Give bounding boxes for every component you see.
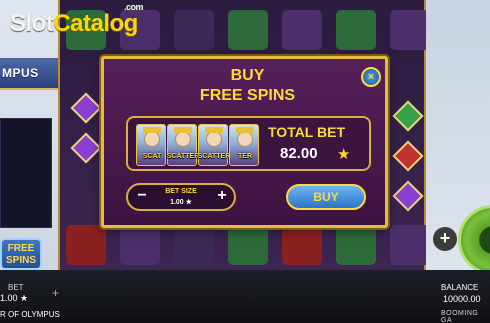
scatter-symbol: SCAT <box>136 124 166 166</box>
left-panel: MPUS <box>0 0 58 270</box>
game-logo: MPUS <box>2 66 39 80</box>
crown-icon <box>174 127 192 133</box>
crown-icon <box>205 127 223 133</box>
scatter-symbol: SCATTER <box>198 124 230 166</box>
symbol-cell <box>174 10 214 50</box>
bottom-bar <box>0 270 490 323</box>
green-gem-icon <box>392 100 424 132</box>
purple-gem-icon <box>70 92 102 124</box>
bet-value: 1.00 ★ <box>0 293 29 303</box>
total-bet-panel: SCAT SCATTER SCATTER TER TOTAL BET 82.00… <box>126 116 371 171</box>
purple-gem-icon <box>392 180 424 212</box>
balance-label: BALANCE <box>441 283 479 292</box>
zeus-face-icon <box>237 131 253 147</box>
watermark: SlotCatalog .com <box>10 2 144 38</box>
zeus-face-icon <box>175 131 191 147</box>
symbol-cell <box>120 225 160 265</box>
balance-value: 10000.00 <box>443 294 481 304</box>
provider-name: BOOMING GA <box>441 310 479 323</box>
scatter-label: TER <box>238 153 252 160</box>
game-name: R OF OLYMPUS <box>0 310 60 319</box>
buy-button[interactable]: BUY <box>286 184 366 210</box>
watermark-slot: Slot <box>10 10 54 37</box>
symbol-cell <box>390 225 430 265</box>
symbol-cell <box>228 10 268 50</box>
purple-gem-icon <box>70 132 102 164</box>
symbol-cell <box>336 225 376 265</box>
symbol-cell <box>66 225 106 265</box>
plus-icon[interactable]: + <box>433 227 457 251</box>
scatter-symbols: SCAT SCATTER SCATTER TER <box>136 124 259 166</box>
buy-free-spins-dialog: BUY FREE SPINS × SCAT SCATTER SCATTER TE… <box>101 56 388 228</box>
buy-free-spins-button[interactable]: FREE SPINS <box>0 238 42 270</box>
symbol-cell <box>282 225 322 265</box>
symbol-cell <box>390 10 430 50</box>
dialog-title-line2: FREE SPINS <box>199 87 296 104</box>
red-gem-icon <box>392 140 424 172</box>
symbol-cell <box>228 225 268 265</box>
watermark-catalog: Catalog <box>53 10 138 37</box>
info-panel <box>0 118 52 228</box>
zeus-face-icon <box>144 131 160 147</box>
game-screen: MPUS FREE SPINS + BET 1.00 ★ + R OF OLYM… <box>0 0 490 323</box>
zeus-face-icon <box>206 131 222 147</box>
star-icon: ★ <box>337 146 351 163</box>
bet-size-value: 1.00 ★ <box>170 199 192 206</box>
crown-icon <box>236 127 254 133</box>
plus-icon[interactable]: + <box>214 187 230 205</box>
bet-size-label: BET SIZE <box>165 188 197 195</box>
scatter-symbol: TER <box>229 124 259 166</box>
dialog-title-line1: BUY <box>230 67 265 84</box>
crown-icon <box>143 127 161 133</box>
close-icon[interactable]: × <box>361 67 381 87</box>
minus-icon[interactable]: − <box>134 187 150 205</box>
total-bet-label: TOTAL BET <box>268 124 345 140</box>
symbol-cell <box>174 225 214 265</box>
total-bet-value: 82.00 <box>280 145 318 162</box>
symbol-cell <box>282 10 322 50</box>
bet-plus-button[interactable]: + <box>52 286 59 300</box>
watermark-com: .com <box>124 2 144 12</box>
bet-size-stepper: − BET SIZE 1.00 ★ + <box>126 183 236 211</box>
symbol-cell <box>336 10 376 50</box>
bet-label: BET <box>8 283 24 292</box>
scatter-symbol: SCATTER <box>167 124 199 166</box>
